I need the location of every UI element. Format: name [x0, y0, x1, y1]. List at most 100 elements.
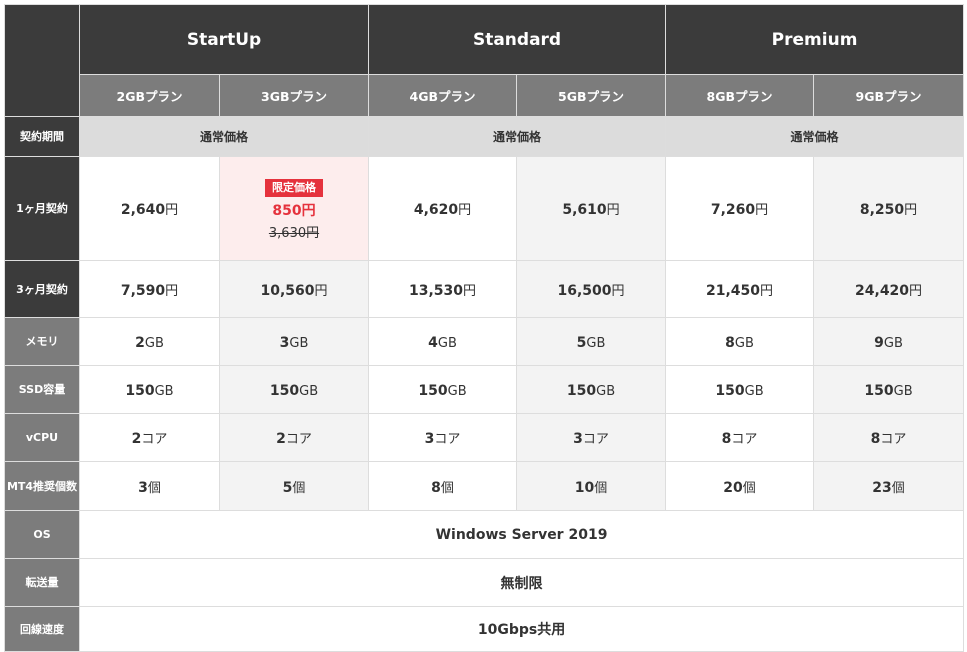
promo-price: 850円 [220, 200, 368, 220]
mt4-3gb: 5個 [218, 461, 370, 511]
vcpu-4gb: 3コア [368, 413, 518, 462]
spec-value: 150 [566, 383, 597, 399]
price-1m-2gb: 2,640円 [79, 156, 220, 261]
spec-unit: コア [582, 432, 609, 447]
vcpu-2gb: 2コア [79, 413, 220, 462]
mt4-5gb: 10個 [516, 461, 667, 511]
price-unit: 円 [165, 283, 179, 299]
price-3m-5gb: 16,500円 [516, 260, 667, 318]
one-month-row: 1ヶ月契約 2,640円 限定価格 850円 3,630円 4,620円 5,6… [4, 156, 965, 261]
spec-unit: 個 [147, 480, 161, 496]
spec-value: 150 [418, 383, 448, 399]
spec-value: 3 [279, 335, 290, 351]
price-unit: 円 [314, 283, 328, 299]
spec-value: 2 [276, 431, 286, 447]
price-unit: 円 [909, 283, 923, 299]
price-value: 10,560 [260, 282, 315, 299]
plan-9gb: 9GBプラン [813, 74, 965, 117]
spec-unit: GB [447, 384, 467, 399]
spec-value: 150 [715, 383, 745, 399]
vcpu-3gb: 2コア [218, 413, 370, 462]
normal-price-standard: 通常価格 [368, 116, 667, 157]
price-value: 24,420 [855, 282, 910, 299]
os-row: OS Windows Server 2019 [4, 510, 965, 559]
plan-3gb: 3GBプラン [218, 74, 370, 117]
plan-5gb: 5GBプラン [516, 74, 667, 117]
spec-unit: コア [434, 432, 461, 447]
spec-value: 8 [721, 431, 732, 447]
spec-value: 2 [135, 335, 145, 351]
price-unit: 円 [904, 203, 918, 218]
plan-header-row: 2GBプラン 3GBプラン 4GBプラン 5GBプラン 8GBプラン 9GBプラ… [5, 74, 965, 117]
row-label-os: OS [4, 510, 80, 559]
price-3m-8gb: 21,450円 [665, 260, 815, 318]
promo-price-value: 850 [272, 203, 302, 219]
price-3m-3gb: 10,560円 [218, 260, 370, 318]
os-value: Windows Server 2019 [78, 510, 965, 559]
row-label-three-month: 3ヶ月契約 [4, 260, 80, 318]
ssd-4gb: 150GB [368, 365, 518, 414]
price-unit: 円 [611, 283, 625, 299]
spec-unit: コア [880, 432, 907, 447]
memory-2gb: 2GB [79, 317, 220, 366]
ssd-row: SSD容量 150GB 150GB 150GB 150GB 150GB 150G… [4, 365, 965, 414]
spec-value: 8 [431, 479, 441, 496]
contract-period-row: 契約期間 通常価格 通常価格 通常価格 [4, 116, 965, 157]
transfer-value: 無制限 [78, 558, 965, 607]
spec-unit: GB [586, 336, 606, 351]
transfer-row: 転送量 無制限 [4, 558, 965, 607]
spec-value: 8 [725, 335, 735, 351]
price-3m-2gb: 7,590円 [79, 260, 220, 318]
spec-unit: コア [285, 432, 312, 447]
tier-startup: StartUp [78, 4, 370, 75]
row-label-transfer: 転送量 [4, 558, 80, 607]
ssd-3gb: 150GB [218, 365, 370, 414]
spec-value: 5 [576, 335, 587, 351]
row-label-ssd: SSD容量 [4, 365, 80, 414]
price-unit: 円 [606, 203, 620, 218]
row-label-one-month: 1ヶ月契約 [4, 156, 80, 261]
plan-2gb: 2GBプラン [79, 74, 220, 117]
spec-unit: コア [731, 432, 758, 447]
price-1m-3gb-promo: 限定価格 850円 3,630円 [218, 156, 370, 261]
price-1m-5gb: 5,610円 [516, 156, 667, 261]
spec-value: 3 [424, 431, 435, 447]
spec-unit: GB [596, 384, 616, 399]
mt4-2gb: 3個 [79, 461, 220, 511]
spec-value: 3 [573, 431, 583, 447]
price-value: 16,500 [557, 282, 612, 299]
spec-value: 150 [269, 383, 300, 399]
ssd-2gb: 150GB [79, 365, 220, 414]
spec-unit: GB [299, 384, 319, 399]
price-1m-8gb: 7,260円 [665, 156, 815, 261]
spec-value: 8 [870, 431, 881, 447]
spec-value: 4 [428, 335, 438, 351]
price-unit: 円 [760, 283, 774, 299]
ssd-8gb: 150GB [665, 365, 815, 414]
row-label-line-speed: 回線速度 [4, 606, 80, 652]
spec-value: 20 [723, 479, 743, 496]
spec-value: 150 [125, 383, 155, 399]
pricing-table: StartUp Standard Premium 2GBプラン 3GBプラン 4… [4, 4, 965, 652]
plan-4gb: 4GBプラン [368, 74, 518, 117]
memory-8gb: 8GB [665, 317, 815, 366]
memory-4gb: 4GB [368, 317, 518, 366]
price-unit: 円 [463, 283, 477, 299]
spec-value: 5 [282, 479, 293, 496]
normal-price-startup: 通常価格 [78, 116, 370, 157]
vcpu-9gb: 8コア [813, 413, 965, 462]
spec-unit: GB [154, 384, 174, 399]
mt4-row: MT4推奨個数 3個 5個 8個 10個 20個 23個 [4, 461, 965, 511]
promo-price-unit: 円 [301, 203, 316, 219]
row-label-contract: 契約期間 [4, 116, 80, 157]
mt4-9gb: 23個 [813, 461, 965, 511]
spec-unit: コア [141, 432, 168, 447]
price-value: 13,530 [408, 282, 464, 299]
spec-value: 2 [131, 431, 142, 447]
limited-price-badge: 限定価格 [265, 179, 323, 197]
tier-standard: Standard [368, 4, 667, 75]
price-value: 8,250 [859, 202, 905, 218]
price-value: 7,590 [120, 282, 166, 299]
spec-unit: GB [883, 336, 903, 351]
row-label-mt4: MT4推奨個数 [4, 461, 80, 511]
